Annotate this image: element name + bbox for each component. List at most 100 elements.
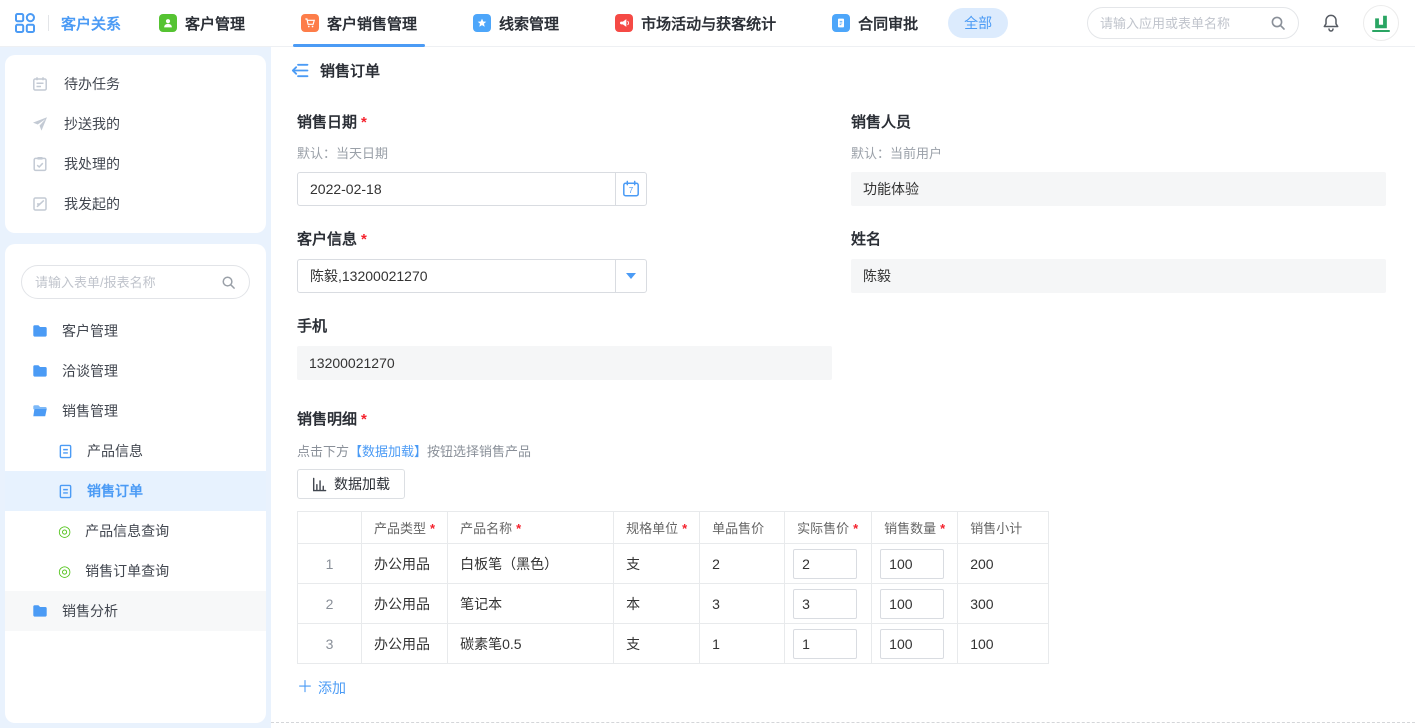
cell-product-name: 笔记本 [448, 584, 614, 624]
tree-form-sales-order[interactable]: 销售订单 [5, 471, 266, 511]
tree-item-label: 销售订单 [87, 481, 143, 501]
actual-price-input[interactable] [793, 589, 857, 619]
tab-marketing-stats[interactable]: 市场活动与获客统计 [615, 0, 776, 47]
select-dropdown-addon[interactable] [615, 260, 646, 292]
data-load-hint-link[interactable]: 【数据加载】 [349, 444, 427, 459]
field-salesperson: 销售人员 默认：当前用户 功能体验 [851, 111, 1386, 206]
nav-right [1087, 5, 1399, 41]
detail-hint: 点击下方【数据加载】按钮选择销售产品 [297, 441, 1387, 460]
tree-folder-negotiation-mgmt[interactable]: 洽谈管理 [5, 351, 266, 391]
tree-folder-sales-analysis[interactable]: 销售分析 [5, 591, 266, 631]
add-row-button[interactable]: ＋ 添加 [297, 678, 346, 698]
required-mark: * [361, 411, 367, 428]
col-spec-unit: 规格单位* [614, 512, 700, 544]
tree-query-product-info[interactable]: ◎ 产品信息查询 [5, 511, 266, 551]
app-tabs: 客户管理 客户销售管理 线索管理 市场活动与获客统计 合同审批 [159, 0, 918, 47]
form-search-input[interactable] [35, 275, 213, 290]
org-avatar[interactable] [1363, 5, 1399, 41]
todo-calendar-icon [32, 76, 48, 92]
tab-label: 线索管理 [499, 13, 559, 34]
cell-product-type: 办公用品 [362, 584, 448, 624]
sidebar-item-cc-to-me[interactable]: 抄送我的 [5, 104, 266, 144]
sidebar-item-label: 我处理的 [64, 154, 120, 174]
cell-subtotal: 200 [958, 544, 1049, 584]
query-target-icon: ◎ [58, 524, 71, 539]
salesperson-value: 功能体验 [851, 172, 1386, 206]
tree-item-label: 销售订单查询 [85, 561, 169, 581]
required-mark: * [361, 114, 367, 131]
tab-contract-approval[interactable]: 合同审批 [832, 0, 918, 47]
tree-folder-sales-mgmt[interactable]: 销售管理 [5, 391, 266, 431]
sales-qty-input[interactable] [880, 549, 944, 579]
app-search-input[interactable] [1100, 16, 1262, 31]
calendar-addon[interactable]: 7 [615, 173, 646, 205]
col-unit-price: 单品售价 [700, 512, 785, 544]
tab-customer-sales-mgmt[interactable]: 客户销售管理 [301, 0, 417, 47]
workspace-title[interactable]: 客户关系 [61, 13, 121, 34]
tree-form-product-info[interactable]: 产品信息 [5, 431, 266, 471]
sidebar-item-handled-by-me[interactable]: 我处理的 [5, 144, 266, 184]
bar-chart-icon [312, 477, 327, 492]
sidebar-item-todo-tasks[interactable]: 待办任务 [5, 64, 266, 104]
clipboard-check-icon [32, 156, 48, 172]
cell-spec-unit: 本 [614, 584, 700, 624]
nav-left: 客户关系 [14, 12, 121, 34]
search-icon[interactable] [1270, 15, 1286, 31]
col-subtotal: 销售小计 [958, 512, 1049, 544]
bell-icon[interactable] [1321, 13, 1341, 33]
tab-lead-mgmt[interactable]: 线索管理 [473, 0, 559, 47]
field-label: 手机 [297, 315, 832, 336]
query-target-icon: ◎ [58, 564, 71, 579]
data-load-button[interactable]: 数据加载 [297, 469, 405, 499]
row-number: 1 [298, 544, 362, 584]
star-icon [473, 14, 491, 32]
tree-folder-customer-mgmt[interactable]: 客户管理 [5, 311, 266, 351]
customer-select[interactable] [297, 259, 647, 293]
apps-grid-icon[interactable] [14, 12, 36, 34]
all-apps-button[interactable]: 全部 [948, 8, 1008, 38]
folder-open-icon [32, 403, 48, 419]
field-label: 姓名 [851, 228, 1386, 249]
cell-unit-price: 2 [700, 544, 785, 584]
tree-item-label: 客户管理 [62, 321, 118, 341]
sales-detail-section: 销售明细* 点击下方【数据加载】按钮选择销售产品 数据加载 [297, 408, 1387, 698]
actual-price-input[interactable] [793, 629, 857, 659]
cell-spec-unit: 支 [614, 544, 700, 584]
field-hint: 默认：当前用户 [851, 143, 1386, 162]
sales-qty-input[interactable] [880, 629, 944, 659]
add-row-label: 添加 [318, 678, 346, 698]
collapse-back-icon[interactable] [291, 63, 309, 78]
field-name: 姓名 陈毅 [851, 228, 1386, 293]
megaphone-icon [615, 14, 633, 32]
field-mobile: 手机 13200021270 [297, 315, 832, 380]
sidebar-item-label: 我发起的 [64, 194, 120, 214]
field-label: 客户信息* [297, 228, 832, 249]
form-search-box[interactable] [21, 265, 250, 299]
app-search-box[interactable] [1087, 7, 1299, 39]
actual-price-input[interactable] [793, 549, 857, 579]
top-nav: 客户关系 客户管理 客户销售管理 线索管理 市场活动与获客统计 [0, 0, 1415, 47]
sale-date-input[interactable] [298, 173, 615, 205]
field-label: 销售日期* [297, 111, 832, 132]
field-customer-info: 客户信息* [297, 228, 832, 293]
col-actual-price: 实际售价* [785, 512, 872, 544]
page-title: 销售订单 [320, 60, 380, 81]
folder-icon [32, 603, 48, 619]
tree-query-sales-order[interactable]: ◎ 销售订单查询 [5, 551, 266, 591]
cell-product-name: 白板笔（黑色） [448, 544, 614, 584]
cell-unit-price: 3 [700, 584, 785, 624]
user-icon [159, 14, 177, 32]
sidebar-item-initiated-by-me[interactable]: 我发起的 [5, 184, 266, 224]
cell-unit-price: 1 [700, 624, 785, 664]
sales-qty-input[interactable] [880, 589, 944, 619]
cell-product-type: 办公用品 [362, 544, 448, 584]
row-number: 2 [298, 584, 362, 624]
form-area: 销售日期* 默认：当天日期 7 销售人员 默认：当前用户 功能体验 [271, 93, 1415, 728]
date-input-group: 7 [297, 172, 647, 206]
tab-customer-mgmt[interactable]: 客户管理 [159, 0, 245, 47]
form-doc-icon [58, 484, 73, 499]
main-panel: 销售订单 销售日期* 默认：当天日期 7 销售人员 [271, 47, 1415, 728]
field-label: 销售明细* [297, 408, 1387, 429]
customer-select-value[interactable] [298, 260, 615, 292]
search-icon[interactable] [221, 275, 236, 290]
